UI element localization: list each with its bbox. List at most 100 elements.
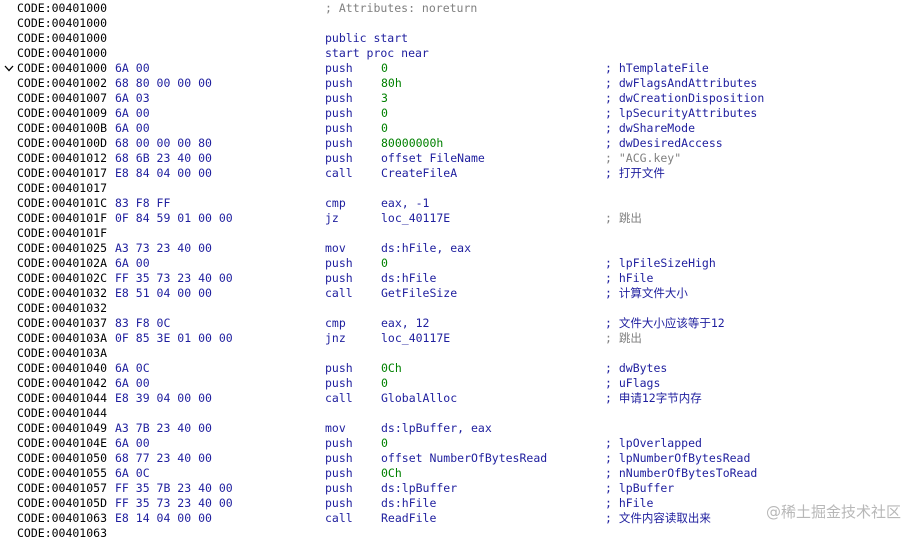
comment: ; 打开文件 [605,166,665,180]
listing-line[interactable]: CODE:00401032 E8 51 04 00 00 call GetFileSi… [0,286,917,301]
operand[interactable]: 80h [381,76,402,91]
operand[interactable]: ds:lpBuffer [381,481,457,496]
listing-line[interactable]: CODE:0040100D 68 00 00 00 80 push 80000000h… [0,136,917,151]
comment: ; dwShareMode [605,121,696,135]
operand[interactable]: GetFileSize [381,286,457,301]
chevron-down-icon[interactable] [3,61,15,76]
comment: ; 计算文件大小 [605,286,688,300]
operand[interactable]: GlobalAlloc [381,391,457,406]
comment: ; lpNumberOfBytesRead [605,451,751,465]
comment: ; lpBuffer [605,481,675,495]
listing-line[interactable]: CODE:00401000 [0,16,917,31]
opcode-bytes: FF 35 7B 23 40 00 [115,481,233,495]
address: CODE:00401042 [17,376,108,390]
listing-line[interactable]: CODE:00401009 6A 00 push 0 ; lpSecurityAttri… [0,106,917,121]
listing-line[interactable]: CODE:0040103A [0,346,917,361]
opcode-bytes: 6A 00 [115,121,150,135]
disassembly-listing: CODE:00401000; Attributes: noreturn CODE:… [0,1,917,541]
operand[interactable]: offset NumberOfBytesRead [381,451,547,466]
mnemonic: call [325,511,353,525]
operand[interactable]: CreateFileA [381,166,457,181]
operand[interactable]: ds:hFile, eax [381,241,471,256]
listing-line[interactable]: CODE:0040103A 0F 85 3E 01 00 00 jnz loc_401… [0,331,917,346]
operand[interactable]: 80000000h [381,136,443,151]
operand[interactable]: 3 [381,91,388,106]
operand[interactable]: 0 [381,436,388,451]
listing-line[interactable]: CODE:0040101F 0F 84 59 01 00 00 jz loc_4011… [0,211,917,226]
comment: ; hFile [605,271,654,285]
listing-line[interactable]: CODE:00401050 68 77 23 40 00 push offset Nu… [0,451,917,466]
listing-line[interactable]: CODE:0040101F [0,226,917,241]
mnemonic: push [325,496,353,510]
operand[interactable]: ReadFile [381,511,436,526]
listing-line[interactable]: CODE:00401000 6A 00 push 0 ; hTemplateFile [0,61,917,76]
listing-line[interactable]: CODE:00401044 [0,406,917,421]
listing-line[interactable]: CODE:0040101C 83 F8 FF cmp eax, -1 [0,196,917,211]
opcode-bytes: 6A 0C [115,466,150,480]
operand[interactable]: 0 [381,61,388,76]
listing-line[interactable]: CODE:00401037 83 F8 0C cmp eax, 12 ; 文件大小应该等… [0,316,917,331]
listing-line[interactable]: CODE:0040102C FF 35 73 23 40 00 push ds:hFi… [0,271,917,286]
operand[interactable]: offset FileName [381,151,485,166]
operand[interactable]: ds:lpBuffer, eax [381,421,492,436]
mnemonic: push [325,376,353,390]
address: CODE:00401000 [17,16,108,30]
address: CODE:00401000 [17,31,108,45]
operand[interactable]: loc_40117E [381,211,450,226]
mnemonic: push [325,451,353,465]
mnemonic: push [325,481,353,495]
listing-line[interactable]: CODE:00401017 E8 84 04 00 00 call CreateFil… [0,166,917,181]
operand[interactable]: ds:hFile [381,271,436,286]
listing-line[interactable]: CODE:00401002 68 80 00 00 00 push 80h ; dwFl… [0,76,917,91]
address: CODE:00401025 [17,241,108,255]
operand[interactable]: 0 [381,256,388,271]
listing-line[interactable]: CODE:00401063 [0,526,917,541]
listing-line[interactable]: CODE:00401055 6A 0C push 0Ch ; nNumberOfByte… [0,466,917,481]
listing-line[interactable]: CODE:00401012 68 6B 23 40 00 push offset Fi… [0,151,917,166]
listing-line[interactable]: CODE:00401032 [0,301,917,316]
listing-line[interactable]: CODE:00401000 start proc near [0,46,917,61]
operand[interactable]: 0Ch [381,361,402,376]
listing-line[interactable]: CODE:0040104E 6A 00 push 0 ; lpOverlapped [0,436,917,451]
operand[interactable]: loc_40117E [381,331,450,346]
address: CODE:00401032 [17,301,108,315]
operand[interactable]: 0 [381,106,388,121]
comment: ; lpOverlapped [605,436,702,450]
opcode-bytes: A3 73 23 40 00 [115,241,212,255]
listing-line[interactable]: CODE:00401049 A3 7B 23 40 00 mov ds:lpBuffe… [0,421,917,436]
opcode-bytes: E8 51 04 00 00 [115,286,212,300]
listing-line[interactable]: CODE:00401000 ; Attributes: noreturn [0,1,917,16]
mnemonic: push [325,121,353,135]
listing-line[interactable]: CODE:00401044 E8 39 04 00 00 call GlobalAll… [0,391,917,406]
watermark: @稀土掘金技术社区 [765,503,901,521]
address: CODE:0040102C [17,271,108,285]
listing-line[interactable]: CODE:0040100B 6A 00 push 0 ; dwShareMode [0,121,917,136]
operand[interactable]: eax, -1 [381,196,429,211]
operand[interactable]: eax, 12 [381,316,429,331]
mnemonic: jz [325,211,339,225]
address: CODE:0040105D [17,496,108,510]
mnemonic: push [325,136,353,150]
listing-line[interactable]: CODE:0040102A 6A 00 push 0 ; lpFileSizeHigh [0,256,917,271]
operand[interactable]: 0Ch [381,466,402,481]
listing-line[interactable]: CODE:00401040 6A 0C push 0Ch ; dwBytes [0,361,917,376]
opcode-bytes: FF 35 73 23 40 00 [115,271,233,285]
opcode-bytes: 68 77 23 40 00 [115,451,212,465]
address: CODE:00401063 [17,526,108,540]
opcode-bytes: 0F 85 3E 01 00 00 [115,331,233,345]
address: CODE:00401044 [17,391,108,405]
opcode-bytes: E8 84 04 00 00 [115,166,212,180]
listing-line[interactable]: CODE:00401000 public start [0,31,917,46]
listing-line[interactable]: CODE:00401025 A3 73 23 40 00 mov ds:hFile, … [0,241,917,256]
listing-line[interactable]: CODE:00401017 [0,181,917,196]
listing-line[interactable]: CODE:00401042 6A 00 push 0 ; uFlags [0,376,917,391]
operand[interactable]: ds:hFile [381,496,436,511]
address: CODE:00401040 [17,361,108,375]
comment: ; dwDesiredAccess [605,136,723,150]
operand[interactable]: 0 [381,376,388,391]
listing-line[interactable]: CODE:00401057 FF 35 7B 23 40 00 push ds:lpB… [0,481,917,496]
listing-line[interactable]: CODE:00401007 6A 03 push 3 ; dwCreationDispo… [0,91,917,106]
comment: ; lpSecurityAttributes [605,106,758,120]
opcode-bytes: A3 7B 23 40 00 [115,421,212,435]
operand[interactable]: 0 [381,121,388,136]
